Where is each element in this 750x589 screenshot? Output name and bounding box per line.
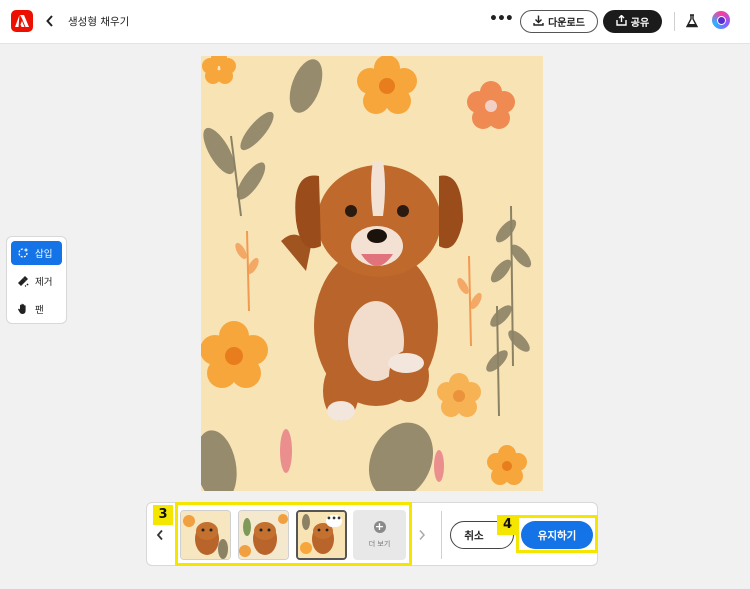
action-divider — [441, 511, 442, 559]
tool-remove[interactable]: 제거 — [11, 269, 62, 293]
tool-pan[interactable]: 팬 — [11, 297, 62, 321]
annotation-number-3: 3 — [153, 505, 173, 525]
share-button[interactable]: 공유 — [603, 10, 662, 33]
download-button[interactable]: 다운로드 — [520, 10, 598, 33]
header-divider — [674, 12, 675, 31]
download-label: 다운로드 — [548, 18, 585, 29]
annotation-box-4 — [516, 515, 598, 553]
download-icon — [533, 15, 544, 29]
hand-pan-icon — [17, 303, 29, 315]
next-arrow-icon[interactable] — [415, 525, 429, 545]
canvas-image[interactable] — [201, 56, 543, 491]
beta-flask-icon[interactable] — [684, 11, 700, 31]
adobe-logo[interactable] — [11, 10, 33, 32]
tool-remove-label: 제거 — [35, 277, 53, 288]
annotation-box-3 — [175, 502, 412, 566]
user-avatar[interactable] — [712, 11, 730, 29]
tool-insert-label: 삽입 — [35, 249, 53, 260]
share-label: 공유 — [630, 18, 650, 29]
page-title: 생성형 채우기 — [68, 16, 130, 28]
eraser-icon — [17, 275, 29, 287]
share-icon — [616, 14, 627, 29]
insert-sparkle-icon — [17, 247, 29, 259]
tool-panel: 삽입 제거 팬 — [6, 236, 67, 324]
more-options-button[interactable]: ••• — [489, 10, 514, 32]
tool-pan-label: 팬 — [35, 305, 44, 316]
avatar-inner — [716, 15, 726, 25]
back-arrow-icon[interactable] — [42, 11, 58, 31]
tool-insert[interactable]: 삽입 — [11, 241, 62, 265]
previous-arrow-icon[interactable] — [153, 525, 167, 545]
puppy-floral-image — [201, 56, 543, 491]
app-header: 생성형 채우기 ••• 다운로드 공유 — [0, 0, 750, 44]
annotation-number-4: 4 — [497, 515, 518, 535]
